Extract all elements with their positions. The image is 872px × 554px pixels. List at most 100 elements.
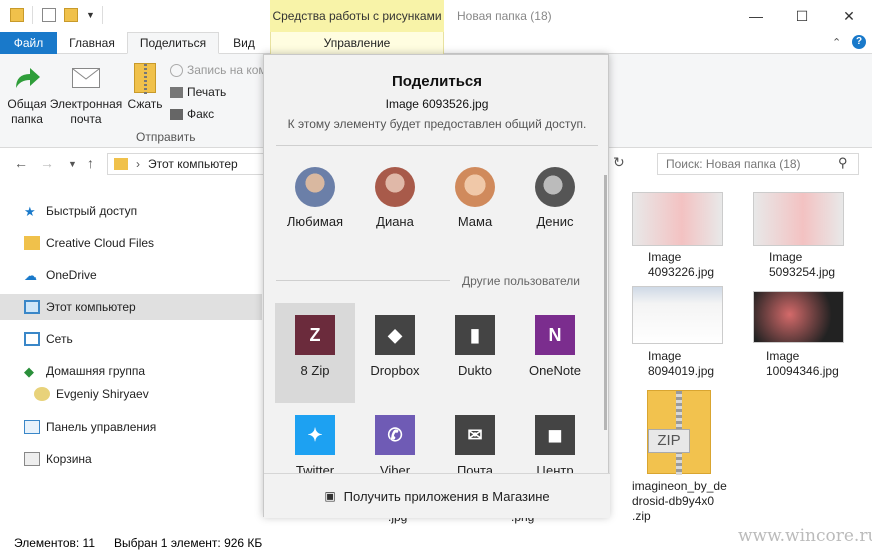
print-label: Печать: [187, 85, 227, 99]
app-dukto[interactable]: ▮ Dukto: [435, 303, 515, 403]
sidebar-item-this-pc[interactable]: Этот компьютер: [0, 294, 262, 320]
user-icon: [34, 387, 50, 401]
store-link[interactable]: ▣ Получить приложения в Магазине: [264, 473, 610, 518]
app-dropbox[interactable]: ◆ Dropbox: [355, 303, 435, 403]
8zip-icon: Z: [295, 315, 335, 355]
item-count: Элементов: 11: [14, 536, 95, 550]
app-label: Dukto: [458, 363, 492, 378]
control-panel-icon: [24, 420, 40, 434]
action-center-icon: ◼: [535, 415, 575, 455]
zip-icon: [134, 63, 156, 94]
app-center[interactable]: ◼ Центр: [515, 403, 595, 473]
file-item[interactable]: [632, 192, 723, 246]
chevron-down-icon[interactable]: ▼: [86, 10, 95, 20]
image-thumbnail: [753, 192, 844, 246]
refresh-icon[interactable]: ↻: [613, 154, 625, 171]
close-button[interactable]: ✕: [826, 0, 872, 32]
email-button[interactable]: Электронная почта: [48, 97, 124, 127]
search-input[interactable]: Поиск: Новая папка (18): [657, 153, 859, 175]
tab-home[interactable]: Главная: [57, 32, 127, 54]
disc-icon: [170, 63, 183, 77]
email-icon: [72, 68, 100, 88]
help-icon[interactable]: ?: [852, 35, 866, 49]
divider: [276, 145, 598, 146]
folder-icon[interactable]: [10, 8, 24, 22]
image-thumbnail: [753, 291, 844, 343]
contact-lyubimaya[interactable]: Любимая: [275, 167, 355, 229]
watermark: www.wincore.ru: [738, 526, 872, 546]
folder-icon: [114, 158, 128, 170]
breadcrumb[interactable]: Этот компьютер: [148, 157, 238, 171]
recent-chevron-icon[interactable]: ▼: [68, 159, 77, 169]
back-arrow-icon[interactable]: ←: [14, 155, 28, 171]
app-onenote[interactable]: N OneNote: [515, 303, 595, 403]
dukto-icon: ▮: [455, 315, 495, 355]
share-panel: Поделиться Image 6093526.jpg К этому эле…: [263, 54, 610, 518]
file-item[interactable]: [753, 291, 844, 343]
file-name: Image 8094019.jpg: [648, 349, 715, 378]
sidebar-item-label: Корзина: [46, 452, 92, 466]
sidebar-item-label: Домашняя группа: [46, 364, 146, 378]
file-name: Image 4093226.jpg: [648, 250, 715, 279]
network-icon: [24, 332, 40, 346]
app-twitter[interactable]: ✦ Twitter: [275, 403, 355, 473]
cloud-icon: ☁: [24, 268, 37, 283]
share-note: К этому элементу будет предоставлен общи…: [287, 117, 587, 131]
app-8zip[interactable]: Z 8 Zip: [275, 303, 355, 403]
properties-icon[interactable]: [42, 8, 56, 22]
computer-icon: [24, 300, 40, 314]
app-mail[interactable]: ✉ Почта: [435, 403, 515, 473]
selection-info: Выбран 1 элемент: 926 КБ: [114, 536, 263, 550]
share-arrow-icon: [12, 64, 42, 92]
tab-manage[interactable]: Управление: [270, 32, 444, 54]
sidebar-item-creative-cloud[interactable]: Creative Cloud Files: [0, 230, 262, 256]
fax-label: Факс: [187, 107, 215, 121]
sidebar-item-user[interactable]: Evgeniy Shiryaev: [0, 381, 262, 407]
file-item[interactable]: [632, 286, 723, 344]
sidebar-item-control-panel[interactable]: Панель управления: [0, 414, 262, 440]
avatar: [295, 167, 335, 207]
app-label: Центр: [536, 463, 574, 473]
minimize-button[interactable]: —: [733, 0, 779, 32]
sidebar-item-label: Панель управления: [46, 420, 157, 434]
sidebar-item-label: Этот компьютер: [46, 300, 136, 314]
up-arrow-icon[interactable]: ↑: [87, 155, 94, 171]
contact-name: Диана: [376, 214, 414, 229]
sidebar-item-quick-access[interactable]: ★ Быстрый доступ: [0, 198, 262, 224]
image-thumbnail: [632, 192, 723, 246]
contact-mama[interactable]: Мама: [435, 167, 515, 229]
fax-button[interactable]: Факс: [170, 107, 214, 121]
sidebar-item-onedrive[interactable]: ☁ OneDrive: [0, 262, 262, 288]
print-button[interactable]: Печать: [170, 85, 226, 99]
contact-name: Мама: [457, 214, 493, 229]
scrollbar[interactable]: [604, 175, 607, 430]
maximize-button[interactable]: ☐: [779, 0, 825, 32]
store-icon: ▣: [324, 489, 336, 503]
file-name: Image 10094346.jpg: [766, 349, 839, 378]
sidebar-item-recycle-bin[interactable]: Корзина: [0, 446, 262, 472]
sidebar-item-network[interactable]: Сеть: [0, 326, 262, 352]
file-item[interactable]: [753, 192, 844, 246]
new-folder-icon[interactable]: [64, 8, 78, 22]
divider: [32, 6, 33, 24]
shared-folder-button[interactable]: Общая папка: [2, 97, 52, 127]
forward-arrow-icon[interactable]: →: [40, 155, 54, 171]
app-label: Почта: [456, 463, 494, 473]
contact-denis[interactable]: Денис: [515, 167, 595, 229]
burn-disc-button[interactable]: Запись на ком: [170, 63, 267, 77]
app-label: 8 Zip: [300, 363, 330, 378]
tab-view[interactable]: Вид: [219, 32, 269, 54]
other-users-label: Другие пользователи: [462, 274, 580, 288]
zip-file-icon[interactable]: ZIP: [647, 390, 711, 475]
chevron-up-icon[interactable]: ⌃: [832, 36, 841, 49]
address-bar[interactable]: › Этот компьютер: [107, 153, 267, 175]
app-viber[interactable]: ✆ Viber: [355, 403, 435, 473]
file-name: Image 5093254.jpg: [769, 250, 836, 279]
homegroup-icon: ◆: [24, 364, 34, 379]
zip-badge: ZIP: [648, 429, 690, 453]
tab-file[interactable]: Файл: [0, 32, 57, 54]
contact-diana[interactable]: Диана: [355, 167, 435, 229]
recycle-bin-icon: [24, 452, 40, 466]
zip-button[interactable]: Сжать: [124, 97, 166, 112]
tab-share[interactable]: Поделиться: [127, 32, 219, 54]
